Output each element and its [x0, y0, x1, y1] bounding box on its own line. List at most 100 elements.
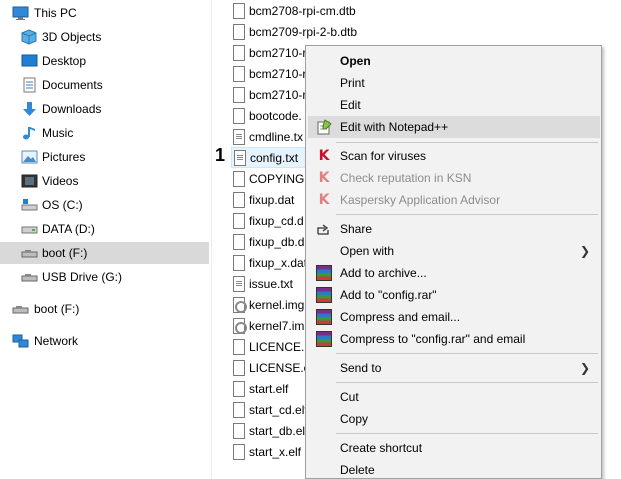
- menu-share[interactable]: Share: [308, 218, 600, 240]
- file-icon: [233, 255, 245, 271]
- nav-label: Music: [42, 126, 74, 140]
- menu-edit[interactable]: Edit: [308, 94, 600, 116]
- menu-label: Edit with Notepad++: [340, 120, 449, 134]
- music-icon: [23, 127, 35, 140]
- file-item[interactable]: bcm2709-rpi-2-b.dtb: [231, 22, 357, 43]
- file-name: kernel7.im: [249, 319, 305, 333]
- chevron-right-icon: ❯: [579, 244, 590, 258]
- nav-label: Network: [34, 334, 79, 348]
- menu-compress-email[interactable]: Compress and email...: [308, 306, 600, 328]
- chevron-right-icon: ❯: [579, 361, 590, 375]
- nav-item-desktop[interactable]: Desktop: [0, 50, 209, 72]
- menu-create-shortcut[interactable]: Create shortcut: [308, 437, 600, 459]
- menu-edit-with-notepad[interactable]: Edit with Notepad++: [308, 116, 600, 138]
- nav-label: boot (F:): [34, 302, 80, 316]
- share-icon: [317, 224, 329, 235]
- menu-label: Create shortcut: [340, 441, 423, 455]
- nav-item-documents[interactable]: Documents: [0, 74, 209, 96]
- menu-kaspersky-advisor: K Kaspersky Application Advisor: [308, 189, 600, 211]
- nav-label: Videos: [42, 174, 79, 188]
- file-name: COPYING.: [249, 172, 308, 186]
- nav-item-this-pc[interactable]: This PC: [0, 2, 209, 24]
- documents-icon: [23, 77, 36, 93]
- menu-separator: [336, 433, 598, 434]
- nav-item-boot-drive-root[interactable]: boot (F:): [0, 298, 209, 320]
- nav-item-3d-objects[interactable]: 3D Objects: [0, 26, 209, 48]
- nav-label: Downloads: [42, 102, 102, 116]
- nav-item-pictures[interactable]: Pictures: [0, 146, 209, 168]
- file-name: LICENSE.o: [249, 361, 311, 375]
- nav-label: DATA (D:): [42, 222, 95, 236]
- menu-label: Copy: [340, 412, 369, 426]
- file-item[interactable]: bcm2708-rpi-cm.dtb: [231, 1, 356, 22]
- kaspersky-icon: K: [318, 192, 330, 208]
- text-file-icon: [234, 150, 246, 166]
- nav-item-network[interactable]: Network: [0, 330, 209, 352]
- image-file-icon: [233, 297, 247, 313]
- file-name: fixup_cd.d: [249, 214, 304, 228]
- winrar-icon: [316, 287, 332, 303]
- menu-send-to[interactable]: Send to ❯: [308, 357, 600, 379]
- nav-item-usb-drive[interactable]: USB Drive (G:): [0, 266, 209, 288]
- nav-item-videos[interactable]: Videos: [0, 170, 209, 192]
- nav-label: Desktop: [42, 54, 87, 68]
- kaspersky-icon: K: [318, 170, 330, 186]
- menu-label: Add to "config.rar": [340, 288, 437, 302]
- file-name: bcm2709-rpi-2-b.dtb: [249, 25, 358, 39]
- nav-item-boot-drive[interactable]: boot (F:): [0, 242, 209, 264]
- menu-copy[interactable]: Copy: [308, 408, 600, 430]
- step-1-label: 1: [215, 145, 226, 165]
- text-file-icon: [233, 129, 245, 145]
- file-icon: [233, 402, 245, 418]
- file-icon: [233, 381, 245, 397]
- nav-item-music[interactable]: Music: [0, 122, 209, 144]
- navigation-pane: This PC 3D Objects Desktop Documents Dow…: [0, 0, 212, 479]
- menu-label: Delete: [340, 463, 375, 477]
- file-icon: [233, 108, 245, 124]
- data-drive-icon: [21, 226, 38, 234]
- menu-scan-viruses[interactable]: K Scan for viruses: [308, 145, 600, 167]
- menu-compress-rar-email[interactable]: Compress to "config.rar" and email: [308, 328, 600, 350]
- pictures-icon: [21, 150, 38, 164]
- boot-drive-icon: [12, 306, 29, 314]
- file-name: fixup.dat: [249, 193, 295, 207]
- file-icon: [233, 66, 245, 82]
- nav-label: Documents: [42, 78, 103, 92]
- file-icon: [233, 213, 245, 229]
- nav-label: This PC: [34, 6, 77, 20]
- file-icon: [233, 3, 245, 19]
- menu-label: Open: [340, 54, 371, 68]
- this-pc-icon: [12, 6, 29, 20]
- text-file-icon: [233, 276, 245, 292]
- file-icon: [233, 87, 245, 103]
- file-icon: [233, 171, 245, 187]
- menu-label: Compress and email...: [340, 310, 461, 324]
- menu-label: Open with: [340, 244, 395, 258]
- nav-item-downloads[interactable]: Downloads: [0, 98, 209, 120]
- notepad-plus-plus-icon: [317, 119, 332, 135]
- file-name: bcm2710-r: [249, 88, 307, 102]
- menu-separator: [336, 142, 598, 143]
- usb-drive-icon: [21, 274, 38, 282]
- file-name: kernel.img: [249, 298, 305, 312]
- file-name: bcm2708-rpi-cm.dtb: [249, 4, 356, 18]
- file-icon: [233, 45, 245, 61]
- winrar-icon: [316, 331, 332, 347]
- nav-item-data-drive[interactable]: DATA (D:): [0, 218, 209, 240]
- menu-label: Cut: [340, 390, 359, 404]
- menu-add-to-rar[interactable]: Add to "config.rar": [308, 284, 600, 306]
- menu-label: Kaspersky Application Advisor: [340, 193, 501, 207]
- menu-add-to-archive[interactable]: Add to archive...: [308, 262, 600, 284]
- boot-drive-icon: [21, 250, 38, 258]
- menu-separator: [336, 353, 598, 354]
- menu-print[interactable]: Print: [308, 72, 600, 94]
- menu-open-with[interactable]: Open with ❯: [308, 240, 600, 262]
- file-name: bcm2710-r: [249, 46, 307, 60]
- winrar-icon: [316, 265, 332, 281]
- menu-open[interactable]: Open: [308, 50, 600, 72]
- menu-check-reputation: K Check reputation in KSN: [308, 167, 600, 189]
- menu-delete[interactable]: Delete: [308, 459, 600, 479]
- menu-cut[interactable]: Cut: [308, 386, 600, 408]
- desktop-icon: [21, 54, 38, 67]
- nav-item-os-drive[interactable]: OS (C:): [0, 194, 209, 216]
